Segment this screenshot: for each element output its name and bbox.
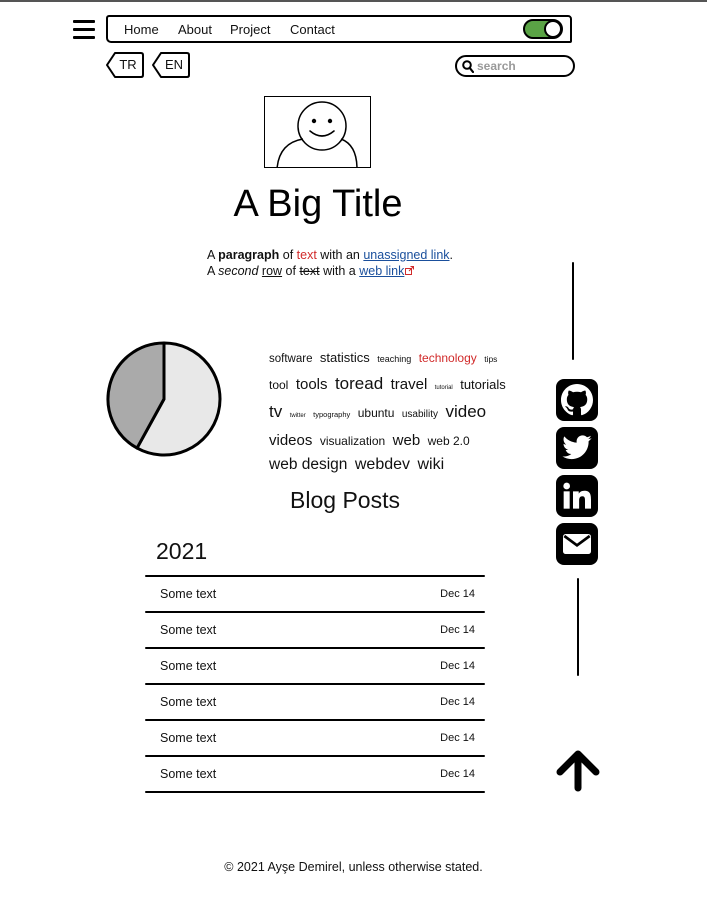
blog-post-title: Some text — [160, 587, 217, 601]
tag-teaching[interactable]: teaching — [377, 354, 411, 364]
paragraph-line-1: A paragraph of text with an unassigned l… — [207, 247, 453, 263]
blog-heading: Blog Posts — [290, 487, 400, 513]
search-input[interactable] — [477, 58, 569, 74]
text-span: . — [449, 248, 454, 262]
email-button[interactable] — [556, 523, 598, 565]
tag-web-2-0[interactable]: web 2.0 — [428, 434, 470, 448]
tag-webdev[interactable]: webdev — [355, 456, 410, 473]
tag-videos[interactable]: videos — [269, 432, 312, 449]
nav-link-home[interactable]: Home — [124, 22, 159, 37]
language-en-label: EN — [164, 57, 184, 72]
bold-text: paragraph — [218, 248, 280, 262]
text-span: with an — [316, 248, 364, 262]
twitter-button[interactable] — [556, 427, 598, 469]
theme-toggle[interactable] — [523, 19, 563, 39]
blog-post-date: Dec 14 — [440, 624, 475, 636]
divider-line-bottom — [577, 578, 579, 676]
blog-post-row[interactable]: Some text Dec 14 — [145, 685, 485, 719]
blog-post-title: Some text — [160, 695, 217, 709]
post-divider — [145, 791, 485, 793]
search-box — [455, 55, 575, 77]
tag-twitter[interactable]: twitter — [290, 413, 306, 419]
tag-cloud: software statistics teaching technology … — [269, 346, 524, 477]
navigation-bar: Home About Project Contact — [106, 15, 572, 43]
back-to-top-button[interactable] — [556, 750, 600, 792]
tag-tool[interactable]: tool — [269, 378, 288, 392]
blog-post-row[interactable]: Some text Dec 14 — [145, 613, 485, 647]
avatar-image — [264, 96, 371, 168]
blog-post-date: Dec 14 — [440, 588, 475, 600]
blog-post-row[interactable]: Some text Dec 14 — [145, 577, 485, 611]
hamburger-menu-icon[interactable] — [73, 20, 95, 40]
blog-post-date: Dec 14 — [440, 696, 475, 708]
search-icon — [462, 60, 474, 73]
text-span: of — [279, 248, 297, 262]
tag-web[interactable]: web — [393, 432, 421, 449]
twitter-icon — [562, 435, 592, 460]
blog-post-date: Dec 14 — [440, 768, 475, 780]
top-border — [0, 0, 707, 2]
github-icon — [561, 384, 593, 416]
tag-tutorials[interactable]: tutorials — [460, 377, 506, 392]
tag-technology[interactable]: technology — [419, 351, 477, 365]
blog-post-date: Dec 14 — [440, 732, 475, 744]
web-link[interactable]: web link — [359, 264, 404, 278]
tag-typography[interactable]: typography — [313, 410, 350, 419]
blog-post-row[interactable]: Some text Dec 14 — [145, 721, 485, 755]
footer-copyright: © 2021 Ayşe Demirel, unless otherwise st… — [224, 860, 483, 874]
github-button[interactable] — [556, 379, 598, 421]
italic-text: second — [218, 264, 259, 278]
red-text: text — [296, 248, 317, 262]
tag-statistics[interactable]: statistics — [320, 350, 370, 365]
tag-toread[interactable]: toread — [335, 374, 383, 393]
tag-travel[interactable]: travel — [391, 376, 428, 393]
tag-software[interactable]: software — [269, 353, 312, 365]
unassigned-link[interactable]: unassigned link — [363, 248, 449, 262]
strikethrough-text: text — [299, 264, 320, 278]
paragraph-line-2: A second row of text with a web link — [207, 263, 453, 279]
blog-post-row[interactable]: Some text Dec 14 — [145, 757, 485, 791]
blog-post-list: Some text Dec 14 Some text Dec 14 Some text D… — [145, 575, 485, 793]
arrow-up-icon — [556, 750, 600, 792]
language-en-button[interactable]: EN — [152, 52, 190, 78]
tag-ubuntu[interactable]: ubuntu — [358, 406, 395, 420]
blog-post-title: Some text — [160, 731, 217, 745]
tag-tutorial[interactable]: tutorial — [435, 385, 453, 391]
underlined-text: row — [261, 264, 283, 278]
nav-link-contact[interactable]: Contact — [290, 22, 335, 37]
blog-post-row[interactable]: Some text Dec 14 — [145, 649, 485, 683]
external-link-icon — [405, 266, 415, 275]
text-span: A — [207, 248, 219, 262]
nav-link-about[interactable]: About — [178, 22, 212, 37]
tag-visualization[interactable]: visualization — [320, 434, 385, 448]
tag-video[interactable]: video — [445, 402, 486, 421]
page-title: A Big Title — [233, 183, 403, 225]
blog-post-title: Some text — [160, 659, 217, 673]
nav-link-project[interactable]: Project — [230, 22, 270, 37]
tag-tv[interactable]: tv — [269, 402, 282, 421]
text-span: A — [207, 264, 219, 278]
language-tr-button[interactable]: TR — [106, 52, 144, 78]
email-icon — [563, 534, 591, 554]
tag-tips[interactable]: tips — [484, 354, 497, 364]
tag-usability[interactable]: usability — [402, 409, 438, 420]
intro-paragraph: A paragraph of text with an unassigned l… — [207, 247, 453, 279]
blog-post-date: Dec 14 — [440, 660, 475, 672]
blog-year: 2021 — [156, 538, 208, 564]
tag-wiki[interactable]: wiki — [417, 456, 444, 473]
blog-post-title: Some text — [160, 623, 217, 637]
tag-web-design[interactable]: web design — [269, 456, 347, 473]
pie-chart — [106, 341, 222, 457]
language-tr-label: TR — [119, 57, 137, 72]
text-span: with a — [319, 264, 360, 278]
divider-line-top — [572, 262, 574, 360]
tag-tools[interactable]: tools — [296, 376, 328, 393]
blog-post-title: Some text — [160, 767, 217, 781]
text-span: of — [282, 264, 300, 278]
